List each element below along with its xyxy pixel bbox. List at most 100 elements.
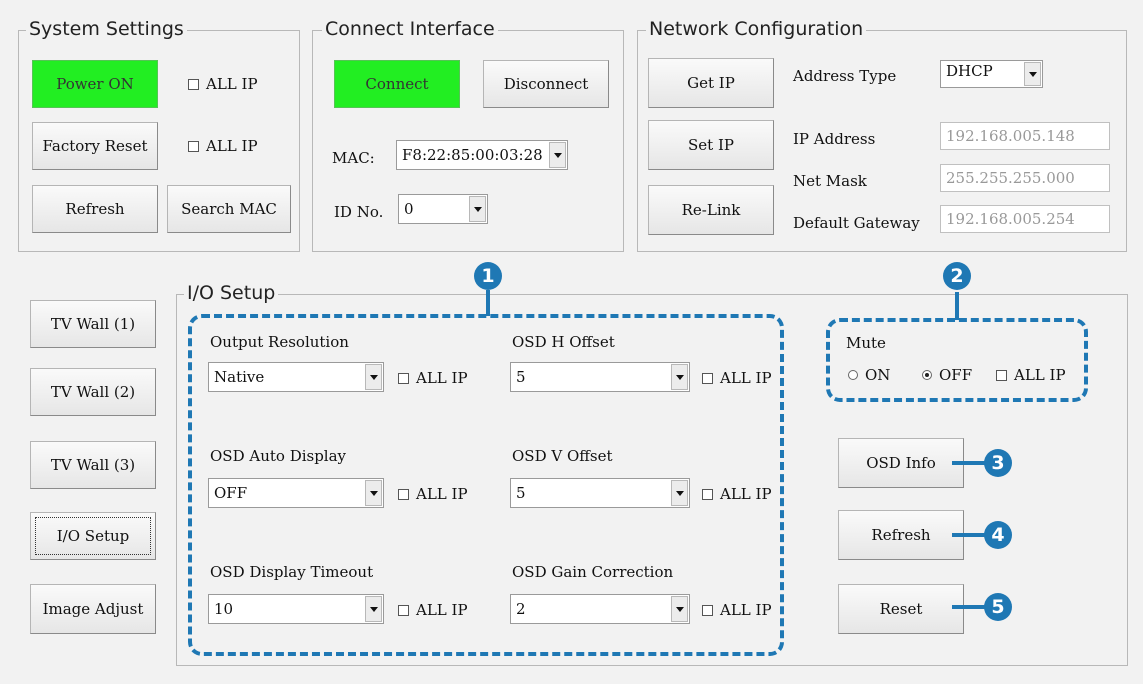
nav-tv-wall-3-button[interactable]: TV Wall (3)	[30, 441, 156, 489]
power-on-button[interactable]: Power ON	[32, 60, 158, 108]
output-resolution-select[interactable]: Native	[208, 362, 384, 392]
output-resolution-value: Native	[214, 368, 265, 386]
power-all-ip-checkbox[interactable]: ALL IP	[188, 75, 258, 93]
net-mask-field[interactable]: 255.255.255.000	[940, 164, 1110, 192]
callout-2-region	[826, 318, 1088, 402]
chevron-down-icon[interactable]	[365, 480, 382, 506]
osd-h-offset-all-ip-checkbox[interactable]: ALL IP	[702, 369, 772, 387]
disconnect-button[interactable]: Disconnect	[483, 60, 609, 108]
mute-all-ip-checkbox[interactable]: ALL IP	[996, 366, 1066, 384]
callout-3-leader	[952, 461, 988, 465]
connect-button[interactable]: Connect	[334, 60, 460, 108]
io-setup-title: I/O Setup	[184, 282, 279, 304]
network-config-title: Network Configuration	[646, 18, 867, 40]
callout-4-leader	[952, 533, 988, 537]
mute-on-label: ON	[865, 366, 891, 384]
output-resolution-all-ip-checkbox[interactable]: ALL IP	[398, 369, 468, 387]
address-type-select[interactable]: DHCP	[940, 60, 1043, 88]
checkbox-label: ALL IP	[720, 601, 772, 619]
mac-label: MAC:	[332, 149, 375, 167]
net-mask-label: Net Mask	[793, 172, 867, 190]
callout-1-leader	[486, 290, 490, 316]
osd-display-timeout-value: 10	[214, 600, 234, 618]
osd-gain-correction-select[interactable]: 2	[510, 594, 690, 624]
chevron-down-icon[interactable]	[671, 596, 688, 622]
checkbox-box[interactable]	[188, 78, 199, 90]
get-ip-button[interactable]: Get IP	[648, 58, 774, 108]
nav-io-setup-button[interactable]: I/O Setup	[30, 512, 156, 560]
id-no-label: ID No.	[334, 203, 384, 221]
checkbox-box[interactable]	[398, 604, 409, 616]
radio-dot[interactable]	[922, 370, 932, 380]
mute-off-label: OFF	[939, 366, 973, 384]
osd-v-offset-value: 5	[516, 484, 526, 502]
osd-gain-correction-value: 2	[516, 600, 526, 618]
checkbox-label: ALL IP	[720, 485, 772, 503]
osd-h-offset-value: 5	[516, 368, 526, 386]
mute-off-radio[interactable]: OFF	[922, 366, 972, 384]
reset-all-ip-checkbox[interactable]: ALL IP	[188, 137, 258, 155]
osd-h-offset-label: OSD H Offset	[512, 333, 615, 351]
chevron-down-icon[interactable]	[469, 196, 486, 222]
osd-info-button[interactable]: OSD Info	[838, 438, 964, 488]
address-type-label: Address Type	[793, 67, 897, 85]
checkbox-label: ALL IP	[416, 485, 468, 503]
refresh-button[interactable]: Refresh	[32, 185, 158, 233]
set-ip-button[interactable]: Set IP	[648, 120, 774, 170]
chevron-down-icon[interactable]	[1024, 62, 1041, 86]
osd-gain-correction-all-ip-checkbox[interactable]: ALL IP	[702, 601, 772, 619]
checkbox-box[interactable]	[702, 604, 713, 616]
chevron-down-icon[interactable]	[365, 596, 382, 622]
checkbox-box[interactable]	[702, 372, 713, 384]
io-reset-button[interactable]: Reset	[838, 584, 964, 634]
checkbox-box[interactable]	[996, 369, 1007, 381]
callout-2-leader	[955, 292, 959, 320]
osd-display-timeout-all-ip-checkbox[interactable]: ALL IP	[398, 601, 468, 619]
default-gateway-field[interactable]: 192.168.005.254	[940, 205, 1110, 233]
osd-auto-display-select[interactable]: OFF	[208, 478, 384, 508]
id-no-value: 0	[404, 200, 414, 218]
checkbox-label: ALL IP	[416, 369, 468, 387]
checkbox-box[interactable]	[398, 372, 409, 384]
osd-v-offset-select[interactable]: 5	[510, 478, 690, 508]
checkbox-label: ALL IP	[416, 601, 468, 619]
mac-value: F8:22:85:00:03:28	[402, 146, 543, 164]
checkbox-box[interactable]	[398, 488, 409, 500]
osd-display-timeout-label: OSD Display Timeout	[210, 563, 374, 581]
mute-label: Mute	[846, 334, 886, 352]
callout-5-leader	[952, 605, 988, 609]
nav-tv-wall-1-button[interactable]: TV Wall (1)	[30, 300, 156, 348]
nav-image-adjust-button[interactable]: Image Adjust	[30, 584, 156, 634]
checkbox-label: ALL IP	[206, 75, 258, 93]
chevron-down-icon[interactable]	[549, 142, 566, 168]
radio-dot[interactable]	[848, 370, 858, 380]
checkbox-box[interactable]	[188, 140, 199, 152]
chevron-down-icon[interactable]	[365, 364, 382, 390]
callout-1-badge: 1	[474, 262, 502, 290]
ip-address-field[interactable]: 192.168.005.148	[940, 122, 1110, 150]
callout-5-badge: 5	[984, 593, 1012, 621]
relink-button[interactable]: Re-Link	[648, 185, 774, 235]
chevron-down-icon[interactable]	[671, 364, 688, 390]
osd-v-offset-all-ip-checkbox[interactable]: ALL IP	[702, 485, 772, 503]
osd-h-offset-select[interactable]: 5	[510, 362, 690, 392]
ip-address-label: IP Address	[793, 130, 876, 148]
osd-auto-display-all-ip-checkbox[interactable]: ALL IP	[398, 485, 468, 503]
factory-reset-button[interactable]: Factory Reset	[32, 122, 158, 170]
address-type-value: DHCP	[946, 62, 993, 80]
osd-auto-display-value: OFF	[214, 484, 248, 502]
callout-2-badge: 2	[943, 262, 971, 290]
checkbox-box[interactable]	[702, 488, 713, 500]
chevron-down-icon[interactable]	[671, 480, 688, 506]
connect-interface-title: Connect Interface	[322, 18, 498, 40]
default-gateway-label: Default Gateway	[793, 214, 920, 232]
id-no-select[interactable]: 0	[398, 194, 488, 224]
osd-v-offset-label: OSD V Offset	[512, 447, 613, 465]
io-refresh-button[interactable]: Refresh	[838, 510, 964, 560]
nav-tv-wall-2-button[interactable]: TV Wall (2)	[30, 368, 156, 416]
osd-display-timeout-select[interactable]: 10	[208, 594, 384, 624]
search-mac-button[interactable]: Search MAC	[167, 185, 291, 233]
callout-3-badge: 3	[984, 449, 1012, 477]
mac-select[interactable]: F8:22:85:00:03:28	[396, 140, 568, 170]
mute-on-radio[interactable]: ON	[848, 366, 890, 384]
